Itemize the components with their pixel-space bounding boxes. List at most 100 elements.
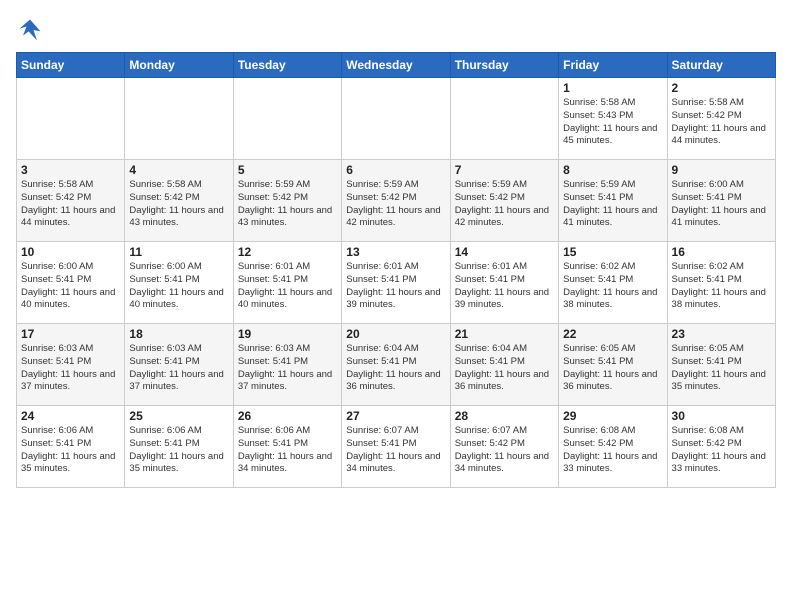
logo-bird-icon [16,16,44,44]
day-number: 22 [563,327,662,341]
day-info: Sunrise: 6:06 AM Sunset: 5:41 PM Dayligh… [21,425,120,476]
calendar-cell: 16 Sunrise: 6:02 AM Sunset: 5:41 PM Dayli… [667,242,775,324]
calendar-header-monday: Monday [125,53,233,78]
calendar-cell: 3 Sunrise: 5:58 AM Sunset: 5:42 PM Daylig… [17,160,125,242]
day-info: Sunrise: 6:08 AM Sunset: 5:42 PM Dayligh… [563,425,662,476]
day-info: Sunrise: 5:59 AM Sunset: 5:42 PM Dayligh… [238,179,337,230]
day-info: Sunrise: 6:01 AM Sunset: 5:41 PM Dayligh… [238,261,337,312]
day-info: Sunrise: 6:08 AM Sunset: 5:42 PM Dayligh… [672,425,771,476]
calendar-header-row: SundayMondayTuesdayWednesdayThursdayFrid… [17,53,776,78]
day-number: 7 [455,163,554,177]
calendar-cell: 7 Sunrise: 5:59 AM Sunset: 5:42 PM Daylig… [450,160,558,242]
day-info: Sunrise: 6:03 AM Sunset: 5:41 PM Dayligh… [21,343,120,394]
calendar-cell: 14 Sunrise: 6:01 AM Sunset: 5:41 PM Dayli… [450,242,558,324]
day-number: 1 [563,81,662,95]
calendar-cell [342,78,450,160]
day-info: Sunrise: 5:58 AM Sunset: 5:43 PM Dayligh… [563,97,662,148]
day-number: 4 [129,163,228,177]
day-info: Sunrise: 6:02 AM Sunset: 5:41 PM Dayligh… [672,261,771,312]
calendar-cell: 28 Sunrise: 6:07 AM Sunset: 5:42 PM Dayli… [450,406,558,488]
calendar-cell: 5 Sunrise: 5:59 AM Sunset: 5:42 PM Daylig… [233,160,341,242]
day-number: 19 [238,327,337,341]
calendar-cell: 2 Sunrise: 5:58 AM Sunset: 5:42 PM Daylig… [667,78,775,160]
calendar-header-wednesday: Wednesday [342,53,450,78]
calendar-cell: 11Sunrise: 6:00 AM Sunset: 5:41 PM Dayli… [125,242,233,324]
day-number: 16 [672,245,771,259]
calendar-cell: 12 Sunrise: 6:01 AM Sunset: 5:41 PM Dayli… [233,242,341,324]
day-info: Sunrise: 6:02 AM Sunset: 5:41 PM Dayligh… [563,261,662,312]
day-info: Sunrise: 5:59 AM Sunset: 5:42 PM Dayligh… [455,179,554,230]
calendar-cell: 29 Sunrise: 6:08 AM Sunset: 5:42 PM Dayli… [559,406,667,488]
day-number: 3 [21,163,120,177]
day-number: 8 [563,163,662,177]
day-number: 29 [563,409,662,423]
day-info: Sunrise: 5:58 AM Sunset: 5:42 PM Dayligh… [129,179,228,230]
day-number: 9 [672,163,771,177]
day-number: 23 [672,327,771,341]
day-number: 24 [21,409,120,423]
day-number: 6 [346,163,445,177]
day-number: 13 [346,245,445,259]
calendar-cell: 9 Sunrise: 6:00 AM Sunset: 5:41 PM Daylig… [667,160,775,242]
day-number: 14 [455,245,554,259]
day-info: Sunrise: 6:06 AM Sunset: 5:41 PM Dayligh… [238,425,337,476]
day-number: 25 [129,409,228,423]
day-info: Sunrise: 6:04 AM Sunset: 5:41 PM Dayligh… [455,343,554,394]
calendar-cell [233,78,341,160]
calendar-header-thursday: Thursday [450,53,558,78]
day-number: 27 [346,409,445,423]
day-info: Sunrise: 6:00 AM Sunset: 5:41 PM Dayligh… [672,179,771,230]
day-info: Sunrise: 5:59 AM Sunset: 5:41 PM Dayligh… [563,179,662,230]
calendar-week-3: 17Sunrise: 6:03 AM Sunset: 5:41 PM Dayli… [17,324,776,406]
calendar-cell: 26 Sunrise: 6:06 AM Sunset: 5:41 PM Dayli… [233,406,341,488]
calendar-cell [17,78,125,160]
day-number: 26 [238,409,337,423]
calendar-cell: 30 Sunrise: 6:08 AM Sunset: 5:42 PM Dayli… [667,406,775,488]
day-info: Sunrise: 6:03 AM Sunset: 5:41 PM Dayligh… [238,343,337,394]
day-info: Sunrise: 5:58 AM Sunset: 5:42 PM Dayligh… [21,179,120,230]
calendar-header-tuesday: Tuesday [233,53,341,78]
day-info: Sunrise: 6:05 AM Sunset: 5:41 PM Dayligh… [672,343,771,394]
calendar-cell [450,78,558,160]
calendar-week-2: 10 Sunrise: 6:00 AM Sunset: 5:41 PM Dayli… [17,242,776,324]
day-number: 15 [563,245,662,259]
day-info: Sunrise: 6:07 AM Sunset: 5:41 PM Dayligh… [346,425,445,476]
day-info: Sunrise: 6:03 AM Sunset: 5:41 PM Dayligh… [129,343,228,394]
calendar-header-saturday: Saturday [667,53,775,78]
day-info: Sunrise: 6:07 AM Sunset: 5:42 PM Dayligh… [455,425,554,476]
calendar-cell: 17Sunrise: 6:03 AM Sunset: 5:41 PM Dayli… [17,324,125,406]
calendar-cell: 21Sunrise: 6:04 AM Sunset: 5:41 PM Dayli… [450,324,558,406]
day-info: Sunrise: 5:58 AM Sunset: 5:42 PM Dayligh… [672,97,771,148]
calendar-cell: 8 Sunrise: 5:59 AM Sunset: 5:41 PM Daylig… [559,160,667,242]
calendar-cell: 6 Sunrise: 5:59 AM Sunset: 5:42 PM Daylig… [342,160,450,242]
calendar-cell: 13Sunrise: 6:01 AM Sunset: 5:41 PM Dayli… [342,242,450,324]
calendar-cell: 18 Sunrise: 6:03 AM Sunset: 5:41 PM Dayli… [125,324,233,406]
day-number: 11 [129,245,228,259]
day-info: Sunrise: 6:06 AM Sunset: 5:41 PM Dayligh… [129,425,228,476]
calendar-cell: 10 Sunrise: 6:00 AM Sunset: 5:41 PM Dayli… [17,242,125,324]
calendar-cell: 1 Sunrise: 5:58 AM Sunset: 5:43 PM Daylig… [559,78,667,160]
day-info: Sunrise: 6:00 AM Sunset: 5:41 PM Dayligh… [21,261,120,312]
calendar-cell: 27 Sunrise: 6:07 AM Sunset: 5:41 PM Dayli… [342,406,450,488]
day-number: 28 [455,409,554,423]
calendar-cell: 23 Sunrise: 6:05 AM Sunset: 5:41 PM Dayli… [667,324,775,406]
day-number: 2 [672,81,771,95]
day-info: Sunrise: 5:59 AM Sunset: 5:42 PM Dayligh… [346,179,445,230]
day-number: 5 [238,163,337,177]
day-info: Sunrise: 6:04 AM Sunset: 5:41 PM Dayligh… [346,343,445,394]
day-info: Sunrise: 6:01 AM Sunset: 5:41 PM Dayligh… [455,261,554,312]
calendar-table: SundayMondayTuesdayWednesdayThursdayFrid… [16,52,776,488]
calendar-week-0: 1 Sunrise: 5:58 AM Sunset: 5:43 PM Daylig… [17,78,776,160]
page-header [16,16,776,44]
day-info: Sunrise: 6:05 AM Sunset: 5:41 PM Dayligh… [563,343,662,394]
calendar-header-friday: Friday [559,53,667,78]
calendar-cell: 24 Sunrise: 6:06 AM Sunset: 5:41 PM Dayli… [17,406,125,488]
calendar-header-sunday: Sunday [17,53,125,78]
day-number: 30 [672,409,771,423]
logo [16,16,48,44]
day-number: 12 [238,245,337,259]
day-number: 18 [129,327,228,341]
calendar-cell: 4 Sunrise: 5:58 AM Sunset: 5:42 PM Daylig… [125,160,233,242]
calendar-cell: 15 Sunrise: 6:02 AM Sunset: 5:41 PM Dayli… [559,242,667,324]
day-number: 10 [21,245,120,259]
